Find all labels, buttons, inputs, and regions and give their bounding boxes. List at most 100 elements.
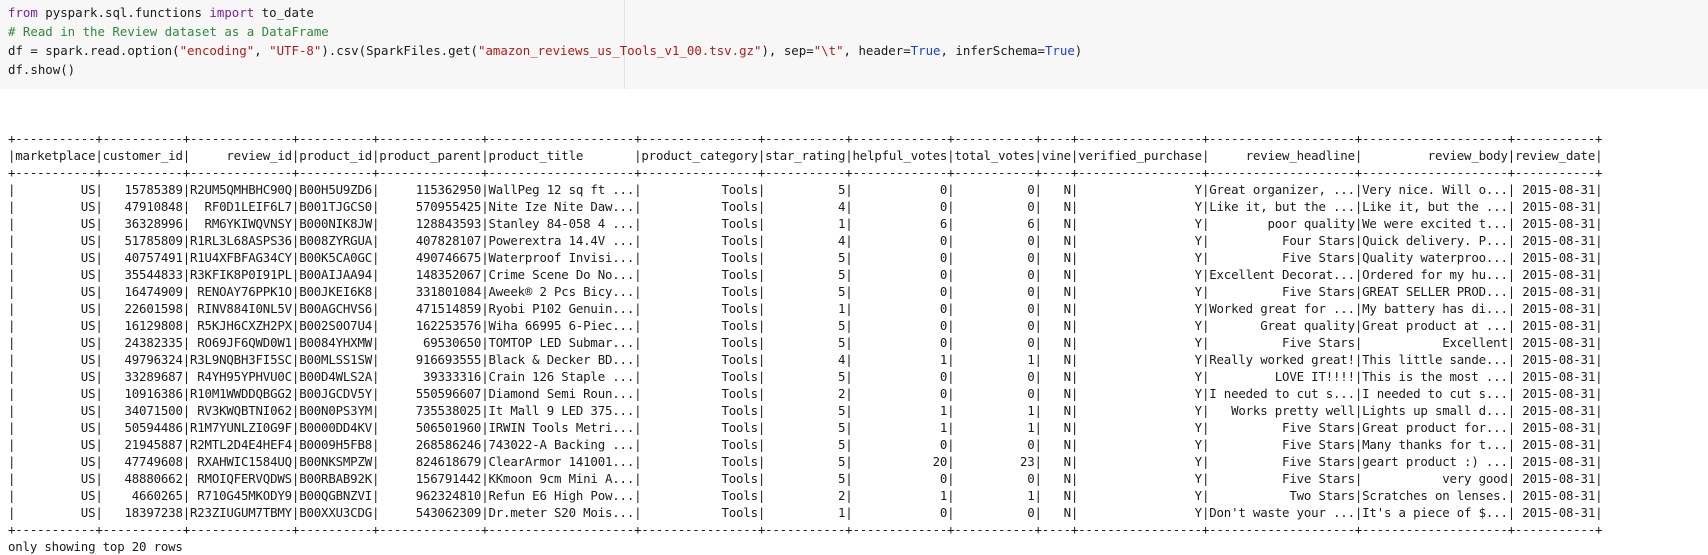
table-cell-product-parent: 962324810 (379, 488, 482, 503)
table-cell-marketplace: US (15, 403, 96, 418)
table-cell-review-date: 2015-08-31 (1515, 182, 1596, 197)
column-header-product-category: product_category (641, 148, 758, 163)
boolean-token: True (910, 43, 941, 58)
table-cell-product-parent: 268586246 (379, 437, 482, 452)
string-token: "encoding" (179, 43, 255, 58)
table-cell-review-date: 2015-08-31 (1515, 505, 1596, 520)
column-header-review-headline: review_headline (1209, 148, 1355, 163)
table-cell-star-rating: 2 (765, 386, 846, 401)
keyword-from: from (8, 5, 38, 20)
table-cell-verified-purchase: Y (1078, 233, 1202, 248)
table-cell-review-id: RO69JF6QWD0W1 (190, 335, 292, 350)
table-cell-review-id: R710G45MKODY9 (190, 488, 292, 503)
table-cell-product-id: B00QGBNZVI (299, 488, 373, 503)
table-cell-product-category: Tools (641, 250, 758, 265)
table-cell-product-id: B0009H5FB8 (299, 437, 373, 452)
table-cell-product-parent: 148352067 (379, 267, 482, 282)
table-cell-vine: N (1041, 403, 1071, 418)
table-cell-marketplace: US (15, 250, 96, 265)
string-token: "UTF-8" (269, 43, 322, 58)
table-cell-helpful-votes: 0 (852, 471, 948, 486)
column-header-helpful-votes: helpful_votes (852, 148, 948, 163)
table-cell-review-date: 2015-08-31 (1515, 267, 1596, 282)
table-cell-product-title: 743022-A Backing ... (488, 437, 635, 452)
table-cell-product-title: Stanley 84-058 4 ... (488, 216, 635, 231)
table-cell-product-title: It Mall 9 LED 375... (488, 403, 635, 418)
table-cell-verified-purchase: Y (1078, 420, 1202, 435)
table-cell-verified-purchase: Y (1078, 267, 1202, 282)
table-cell-review-id: R10M1WWDDQBGG2 (190, 386, 292, 401)
table-cell-product-title: IRWIN Tools Metri... (488, 420, 635, 435)
table-cell-verified-purchase: Y (1078, 369, 1202, 384)
table-cell-marketplace: US (15, 199, 96, 214)
table-cell-product-id: B0000DD4KV (299, 420, 373, 435)
table-cell-review-date: 2015-08-31 (1515, 233, 1596, 248)
table-cell-product-id: B002S0O7U4 (299, 318, 373, 333)
table-cell-product-id: B00JKEI6K8 (299, 284, 373, 299)
table-cell-vine: N (1041, 454, 1071, 469)
table-cell-vine: N (1041, 199, 1071, 214)
table-cell-customer-id: 36328996 (102, 216, 183, 231)
code-editor[interactable]: from pyspark.sql.functions import to_dat… (8, 3, 1082, 79)
table-cell-product-id: B001TJGCS0 (299, 199, 373, 214)
table-row: | US| 10916386|R10M1WWDDQBGG2|B00JGCDV5Y… (8, 386, 1603, 401)
table-cell-product-category: Tools (641, 182, 758, 197)
table-cell-verified-purchase: Y (1078, 301, 1202, 316)
table-cell-product-title: Black & Decker BD... (488, 352, 635, 367)
table-row: | US| 50594486|R1M7YUNLZI0G9F|B0000DD4KV… (8, 420, 1603, 435)
table-cell-star-rating: 5 (765, 335, 846, 350)
code-token: ), sep= (761, 43, 814, 58)
table-cell-total-votes: 6 (954, 216, 1035, 231)
table-cell-product-parent: 39333316 (379, 369, 482, 384)
table-cell-product-category: Tools (641, 505, 758, 520)
table-cell-review-body: geart product :) ... (1362, 454, 1508, 469)
table-cell-product-parent: 115362950 (379, 182, 482, 197)
table-cell-review-id: RXAHWIC1584UQ (190, 454, 292, 469)
table-cell-vine: N (1041, 182, 1071, 197)
code-line-4: df.show() (8, 62, 76, 77)
table-cell-product-parent: 916693555 (379, 352, 482, 367)
table-cell-vine: N (1041, 301, 1071, 316)
table-cell-review-body: Excellent (1362, 335, 1508, 350)
table-cell-product-id: B00D4WLS2A (299, 369, 373, 384)
module-name: pyspark.sql.functions (37, 5, 210, 20)
table-cell-verified-purchase: Y (1078, 335, 1202, 350)
table-cell-review-id: R1U4XFBFAG34CY (190, 250, 292, 265)
table-cell-verified-purchase: Y (1078, 216, 1202, 231)
table-cell-review-date: 2015-08-31 (1515, 301, 1596, 316)
table-cell-star-rating: 5 (765, 420, 846, 435)
table-cell-star-rating: 5 (765, 403, 846, 418)
table-cell-marketplace: US (15, 505, 96, 520)
table-cell-product-title: Diamond Semi Roun... (488, 386, 635, 401)
table-cell-verified-purchase: Y (1078, 488, 1202, 503)
table-cell-star-rating: 2 (765, 488, 846, 503)
table-cell-customer-id: 40757491 (102, 250, 183, 265)
table-cell-review-body: Very nice. Will o... (1362, 182, 1508, 197)
table-cell-total-votes: 0 (954, 505, 1035, 520)
table-cell-review-body: This is the most ... (1362, 369, 1508, 384)
table-cell-vine: N (1041, 233, 1071, 248)
table-cell-review-date: 2015-08-31 (1515, 437, 1596, 452)
table-cell-review-headline: Five Stars (1209, 454, 1355, 469)
table-cell-product-title: Powerextra 14.4V ... (488, 233, 635, 248)
table-cell-review-headline: Don't waste your ... (1209, 505, 1355, 520)
table-cell-marketplace: US (15, 386, 96, 401)
column-header-vine: vine (1041, 148, 1071, 163)
table-cell-product-parent: 735538025 (379, 403, 482, 418)
table-cell-vine: N (1041, 352, 1071, 367)
table-cell-review-headline: Great quality (1209, 318, 1355, 333)
table-cell-marketplace: US (15, 301, 96, 316)
table-cell-review-date: 2015-08-31 (1515, 488, 1596, 503)
table-cell-product-id: B00AIJAA94 (299, 267, 373, 282)
table-cell-review-date: 2015-08-31 (1515, 352, 1596, 367)
table-cell-product-title: ClearArmor 141001... (488, 454, 635, 469)
table-cell-total-votes: 0 (954, 250, 1035, 265)
code-cell-input[interactable]: from pyspark.sql.functions import to_dat… (0, 0, 1708, 89)
column-header-marketplace: marketplace (15, 148, 96, 163)
table-cell-review-id: R1RL3L68ASPS36 (190, 233, 292, 248)
table-cell-customer-id: 16129808 (102, 318, 183, 333)
table-cell-vine: N (1041, 471, 1071, 486)
column-header-product-parent: product_parent (379, 148, 482, 163)
table-cell-star-rating: 5 (765, 454, 846, 469)
table-cell-review-headline: Excellent Decorat... (1209, 267, 1355, 282)
